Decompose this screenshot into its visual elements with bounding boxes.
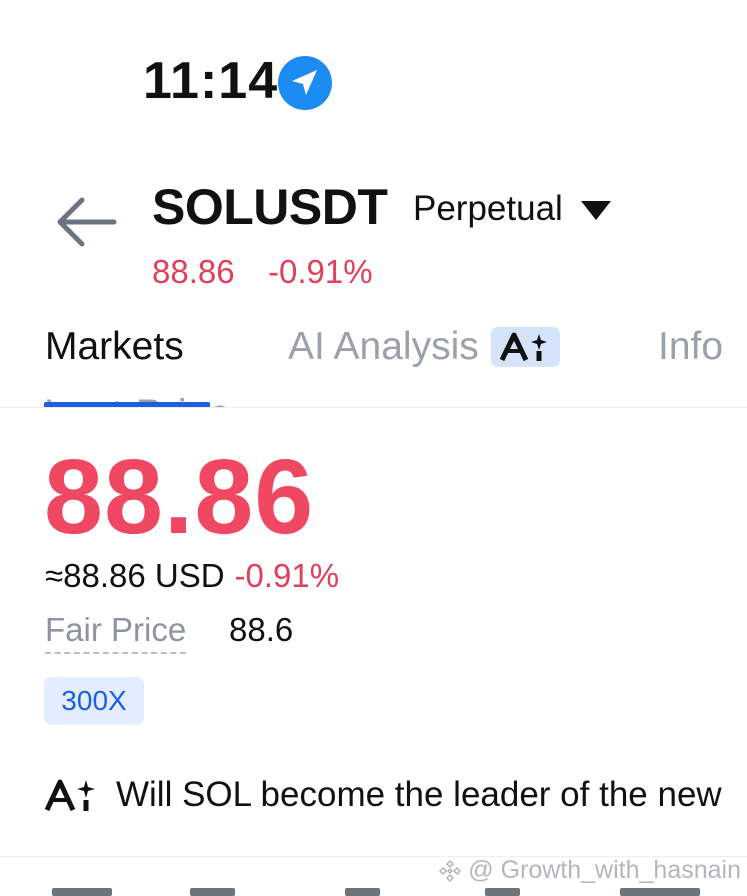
location-arrow-icon <box>278 56 332 110</box>
header-change: -0.91% <box>268 253 373 290</box>
last-price-value: 88.86 <box>44 438 315 556</box>
tab-ai-analysis[interactable]: AI Analysis <box>288 325 560 369</box>
binance-logo-icon <box>439 859 462 882</box>
fair-price-label[interactable]: Fair Price <box>45 611 187 655</box>
usd-equivalent: ≈88.86 USD -0.91% <box>45 557 340 594</box>
usd-value: ≈88.86 USD <box>45 557 225 594</box>
ai-question-text: Will SOL become the leader of the new <box>116 775 722 814</box>
watermark: @ Growth_with_hasnain <box>438 858 741 883</box>
header-price: 88.86 <box>152 253 235 290</box>
contract-type-label: Perpetual <box>413 189 563 228</box>
symbol-title: SOLUSDT <box>152 179 388 235</box>
leverage-badge: 300X <box>44 677 144 725</box>
tabs-divider <box>0 407 747 408</box>
tab-ai-analysis-label: AI Analysis <box>288 325 479 368</box>
usd-change: -0.91% <box>234 557 340 594</box>
ai-sparkle-icon <box>490 327 560 368</box>
back-arrow-icon[interactable] <box>52 188 120 256</box>
watermark-text: @ Growth_with_hasnain <box>468 856 741 884</box>
status-time: 11:14 <box>143 52 279 110</box>
ai-question-banner[interactable]: Will SOL become the leader of the new <box>44 770 747 820</box>
tab-info[interactable]: Info <box>658 325 723 369</box>
fair-price-value: 88.6 <box>229 611 294 648</box>
tab-markets[interactable]: Markets <box>45 325 184 369</box>
ai-sparkle-icon <box>44 775 102 815</box>
caret-down-icon <box>580 200 611 220</box>
contract-type-dropdown[interactable]: Perpetual <box>413 189 611 229</box>
